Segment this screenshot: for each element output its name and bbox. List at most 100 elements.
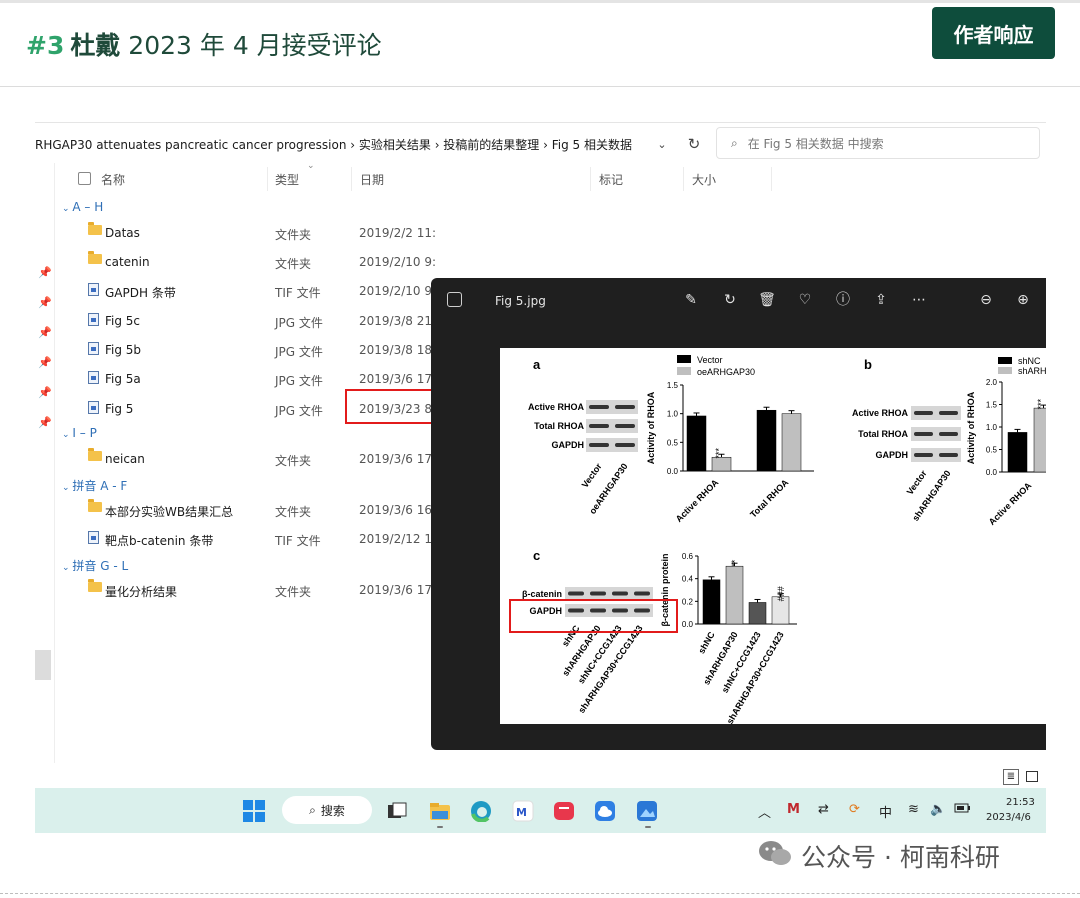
file-row[interactable]: GAPDH 条带TIF 文件2019/2/10 9:0	[55, 278, 455, 304]
file-row[interactable]: Fig 5bJPG 文件2019/3/8 18:0	[55, 337, 455, 363]
app-store-icon[interactable]	[553, 800, 575, 822]
panel-a-blot-band	[589, 405, 609, 409]
panel-c-letter: c	[533, 548, 540, 563]
panel-a-sig: ***	[714, 447, 724, 458]
panel-c-y-tick-label: 0.6	[682, 552, 694, 561]
view-toggle[interactable]: ≣	[1000, 768, 1045, 786]
thumbnail-view-icon[interactable]	[1026, 771, 1038, 782]
jpg-file-icon	[88, 401, 99, 414]
bottom-divider	[0, 893, 1080, 894]
column-size[interactable]: 大小	[692, 171, 716, 188]
favorite-heart-icon[interactable]: ♡	[794, 290, 816, 310]
folder-icon	[88, 579, 102, 592]
delete-icon[interactable]: 🗑	[756, 290, 778, 310]
viewer-title: Fig 5.jpg	[495, 294, 546, 308]
battery-icon[interactable]	[954, 802, 972, 818]
volume-icon[interactable]: 🔈	[930, 802, 946, 817]
column-type[interactable]: 类型	[275, 171, 299, 188]
group-header[interactable]: ⌄ 拼音 A - F	[62, 477, 127, 494]
watermark-text: 公众号 · 柯南科研	[801, 843, 1000, 872]
ime-indicator[interactable]: 中	[879, 802, 892, 821]
search-input[interactable]: ⌕ 在 Fig 5 相关数据 中搜索	[716, 127, 1040, 159]
figure-canvas: a Active RHOA Total RHOA GAPDH Vector oeARHGA…	[500, 348, 1046, 724]
pin-icon[interactable]: 📌	[38, 386, 52, 399]
group-header[interactable]: ⌄ 拼音 G - L	[62, 557, 128, 574]
pin-icon[interactable]: 📌	[38, 296, 52, 309]
clock-date[interactable]: 2023/4/6	[986, 812, 1031, 823]
edit-icon[interactable]: ✎	[680, 290, 702, 310]
panel-b-blot-band	[939, 432, 958, 436]
panel-b-blot-band	[939, 453, 958, 457]
panel-a-blot-label: Total RHOA	[534, 421, 584, 431]
panel-b-lane-label: Vector	[905, 468, 929, 497]
tray-app-icon[interactable]: M	[787, 802, 800, 817]
svg-text:M: M	[516, 806, 527, 819]
date-highlight-box	[345, 389, 437, 424]
panel-c-blot-band	[634, 591, 650, 596]
group-header[interactable]: ⌄ A – H	[62, 200, 103, 214]
edge-browser-icon[interactable]	[470, 800, 492, 823]
cloud-app-icon[interactable]	[594, 800, 616, 822]
file-row[interactable]: catenin文件夹2019/2/10 9:10	[55, 249, 455, 275]
zoom-out-icon[interactable]: ⊖	[975, 290, 997, 310]
refresh-icon[interactable]: ↻	[682, 128, 706, 160]
panel-b-bar	[1033, 407, 1046, 473]
figure-svg: a Active RHOA Total RHOA GAPDH Vector oeARHGA…	[522, 355, 1046, 724]
file-explorer-icon[interactable]	[429, 800, 451, 822]
column-date[interactable]: 日期	[360, 171, 384, 188]
select-all-checkbox[interactable]	[78, 172, 91, 185]
info-icon[interactable]: ⓘ	[832, 290, 854, 310]
file-row[interactable]: 量化分析结果文件夹2019/3/6 17:0	[55, 577, 455, 603]
panel-c-category-label: shNC	[696, 630, 717, 656]
pin-icon[interactable]: 📌	[38, 326, 52, 339]
file-row[interactable]: neican文件夹2019/3/6 17:4	[55, 446, 455, 472]
file-row[interactable]: Fig 5cJPG 文件2019/3/8 21:4	[55, 308, 455, 334]
share-icon[interactable]: ⇪	[870, 290, 892, 310]
folder-icon	[88, 499, 102, 512]
header-divider	[0, 86, 1080, 87]
pin-icon[interactable]: 📌	[38, 416, 52, 429]
pin-icon[interactable]: 📌	[38, 266, 52, 279]
panel-b-y-tick-label: 0.0	[986, 468, 998, 477]
panel-b-blot-band	[939, 411, 958, 415]
folder-icon	[88, 251, 102, 264]
folder-icon	[88, 448, 102, 461]
author-response-button[interactable]: 作者响应	[932, 7, 1055, 59]
panel-b-blot-label: Total RHOA	[858, 429, 908, 439]
address-bar[interactable]: RHGAP30 attenuates pancreatic cancer pro…	[35, 128, 705, 160]
column-name[interactable]: 名称	[101, 171, 125, 188]
chevron-up-icon[interactable]: ︿	[758, 802, 771, 821]
task-view-icon[interactable]	[386, 800, 408, 822]
panel-b-legend-label: shARH	[1018, 366, 1046, 376]
scrollbar-thumb[interactable]	[35, 650, 51, 680]
panel-a-blot-band	[589, 443, 609, 447]
clock-time[interactable]: 21:53	[1006, 797, 1035, 808]
zoom-in-icon[interactable]: ⊕	[1012, 290, 1034, 310]
app-icon[interactable]: M	[512, 800, 534, 822]
panel-c-sig: **	[730, 559, 740, 567]
taskbar-search-button[interactable]: ⌕ 搜索	[282, 796, 372, 824]
panel-b-blot-label: Active RHOA	[852, 408, 909, 418]
photos-app-icon[interactable]	[636, 800, 658, 822]
panel-b-category-label: Active RHOA	[987, 480, 1034, 527]
update-icon[interactable]: ⟳	[849, 802, 860, 817]
column-tag[interactable]: 标记	[599, 171, 623, 188]
sync-arrows-icon[interactable]: ⇄	[818, 802, 829, 817]
pin-icon[interactable]: 📌	[38, 356, 52, 369]
windows-start-icon[interactable]	[243, 800, 265, 826]
panel-c-bar	[725, 565, 744, 625]
file-row[interactable]: 本部分实验WB结果汇总文件夹2019/3/6 16:5	[55, 497, 455, 523]
column-divider	[267, 167, 268, 191]
file-row[interactable]: Datas文件夹2019/2/2 11:35	[55, 220, 455, 246]
column-divider	[590, 167, 591, 191]
panel-a-y-tick-label: 1.5	[667, 381, 679, 390]
chevron-down-icon[interactable]: ⌄	[652, 128, 672, 160]
details-view-icon[interactable]: ≣	[1003, 769, 1019, 785]
group-header[interactable]: ⌄ I – P	[62, 426, 97, 440]
rotate-icon[interactable]: ↻	[719, 290, 741, 310]
more-icon[interactable]: ⋯	[908, 290, 930, 310]
wifi-icon[interactable]: ≋	[908, 802, 919, 817]
panel-b-legend-swatch	[998, 357, 1012, 364]
panel-b-ylabel: Activity of RHOA	[966, 391, 976, 464]
file-row[interactable]: 靶点b-catenin 条带 TIF 文件 2019/2/12 18	[55, 526, 455, 552]
